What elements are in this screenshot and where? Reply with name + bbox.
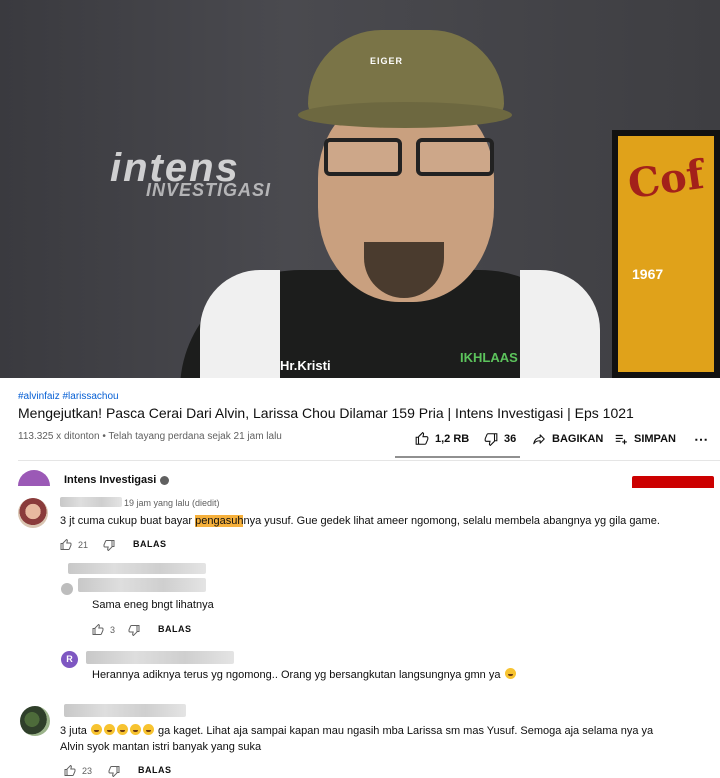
video-meta-row: 113.325 x ditonton • Telah tayang perdan… bbox=[18, 430, 718, 450]
thumbs-down-icon bbox=[108, 766, 120, 777]
video-hashtags[interactable]: #alvinfaiz #larissachou bbox=[18, 391, 119, 402]
video-player[interactable]: Cof 1967 EIGER Hr.Kristi IKHLAAS intens … bbox=[0, 0, 720, 378]
comment-timestamp[interactable]: 19 jam yang lalu (diedit) bbox=[124, 498, 220, 508]
reply-avatar[interactable] bbox=[61, 583, 73, 595]
view-count: 113.325 x ditonton • Telah tayang perdan… bbox=[18, 431, 282, 442]
comment-text: 3 jt cuma cukup buat bayar pengasuhnya y… bbox=[60, 515, 660, 527]
channel-watermark-sub: INVESTIGASI bbox=[146, 180, 272, 200]
coffee-poster: Cof 1967 bbox=[612, 130, 720, 378]
jacket-name-tag: Hr.Kristi bbox=[280, 358, 331, 373]
section-divider bbox=[18, 460, 720, 461]
reply-author-redacted[interactable] bbox=[86, 651, 234, 664]
comment-like-count: 23 bbox=[82, 766, 93, 776]
dislike-count: 36 bbox=[504, 433, 517, 445]
subscribe-button[interactable] bbox=[632, 476, 714, 488]
comment-like-button[interactable]: 21 bbox=[60, 538, 88, 552]
reply-dislike-button[interactable] bbox=[128, 623, 140, 637]
commenter-avatar[interactable] bbox=[20, 706, 50, 736]
reply-avatar[interactable]: R bbox=[61, 651, 78, 668]
comment-text-part: ga kaget. Lihat aja sampai kapan mau nga… bbox=[158, 725, 654, 737]
comment-text-part: 3 juta bbox=[60, 725, 87, 737]
comment-dislike-button[interactable] bbox=[108, 764, 120, 778]
commenter-avatar[interactable] bbox=[18, 498, 48, 528]
reply-like-count: 3 bbox=[110, 625, 116, 635]
reply-author-redacted[interactable] bbox=[78, 578, 206, 592]
comment-like-count: 21 bbox=[78, 540, 89, 550]
like-ratio-bar bbox=[395, 456, 520, 458]
commenter-name-redacted[interactable] bbox=[60, 497, 122, 507]
poster-text: Cof bbox=[625, 150, 707, 209]
thumbs-up-icon bbox=[92, 624, 104, 635]
reply-button[interactable]: BALAS bbox=[138, 765, 172, 775]
thumbs-up-icon bbox=[60, 539, 72, 550]
reply-button[interactable]: BALAS bbox=[133, 539, 167, 549]
reply-text-content: Herannya adiknya terus yg ngomong.. Oran… bbox=[92, 669, 501, 681]
verified-icon bbox=[160, 475, 170, 485]
thumbs-down-icon bbox=[128, 625, 140, 636]
playlist-add-icon bbox=[615, 434, 627, 445]
jacket-left-panel bbox=[200, 270, 280, 378]
grinning-emoji-icon bbox=[116, 724, 128, 735]
thumbs-down-icon bbox=[484, 433, 498, 446]
save-label: SIMPAN bbox=[634, 433, 676, 445]
reply-author-redacted[interactable] bbox=[68, 563, 206, 574]
poster-year: 1967 bbox=[632, 266, 664, 282]
grinning-emoji-icon bbox=[103, 724, 115, 735]
cap-logo: EIGER bbox=[370, 56, 404, 66]
grinning-emoji-icon bbox=[90, 724, 102, 735]
more-actions-button[interactable]: ⋯ bbox=[694, 430, 708, 448]
commenter-name-redacted[interactable] bbox=[64, 704, 186, 717]
reply-like-button[interactable]: 3 bbox=[92, 623, 115, 637]
comment-text-line2: Alvin syok mantan istri banyak yang suka bbox=[60, 741, 262, 753]
thumbs-up-icon bbox=[415, 432, 429, 445]
comment-text: 3 juta ga kaget. Lihat aja sampai kapan … bbox=[60, 724, 653, 737]
reply-text: Herannya adiknya terus yg ngomong.. Oran… bbox=[92, 668, 517, 681]
comment-like-button[interactable]: 23 bbox=[64, 764, 92, 778]
channel-name-text: Intens Investigasi bbox=[64, 474, 157, 486]
comment-text-part: 3 jt cuma cukup buat bayar bbox=[60, 515, 196, 527]
share-label: BAGIKAN bbox=[552, 433, 604, 445]
thinking-emoji-icon bbox=[504, 668, 516, 679]
cap-brim bbox=[298, 102, 512, 128]
save-button[interactable]: SIMPAN bbox=[614, 430, 676, 448]
comment-text-part: nya yusuf. Gue gedek lihat ameer ngomong… bbox=[243, 515, 660, 527]
reply-text: Sama eneg bngt lihatnya bbox=[92, 599, 214, 611]
like-button[interactable]: 1,2 RB bbox=[415, 430, 469, 448]
video-title: Mengejutkan! Pasca Cerai Dari Alvin, Lar… bbox=[18, 405, 634, 421]
share-icon bbox=[533, 434, 545, 445]
search-highlight: pengasuh bbox=[195, 515, 244, 527]
reply-button[interactable]: BALAS bbox=[158, 624, 192, 634]
glasses bbox=[320, 138, 496, 176]
jacket-logo: IKHLAAS bbox=[460, 350, 518, 365]
grinning-emoji-icon bbox=[129, 724, 141, 735]
more-horizontal-icon: ⋯ bbox=[694, 430, 708, 447]
channel-name[interactable]: Intens Investigasi bbox=[64, 474, 170, 486]
jacket-right-panel bbox=[520, 270, 600, 378]
share-button[interactable]: BAGIKAN bbox=[532, 430, 603, 448]
channel-avatar[interactable] bbox=[18, 470, 50, 486]
like-count: 1,2 RB bbox=[435, 433, 470, 445]
thumbs-down-icon bbox=[103, 540, 115, 551]
dislike-button[interactable]: 36 bbox=[484, 430, 516, 448]
thumbs-up-icon bbox=[64, 765, 76, 776]
comment-dislike-button[interactable] bbox=[103, 538, 115, 552]
grinning-emoji-icon bbox=[142, 724, 154, 735]
